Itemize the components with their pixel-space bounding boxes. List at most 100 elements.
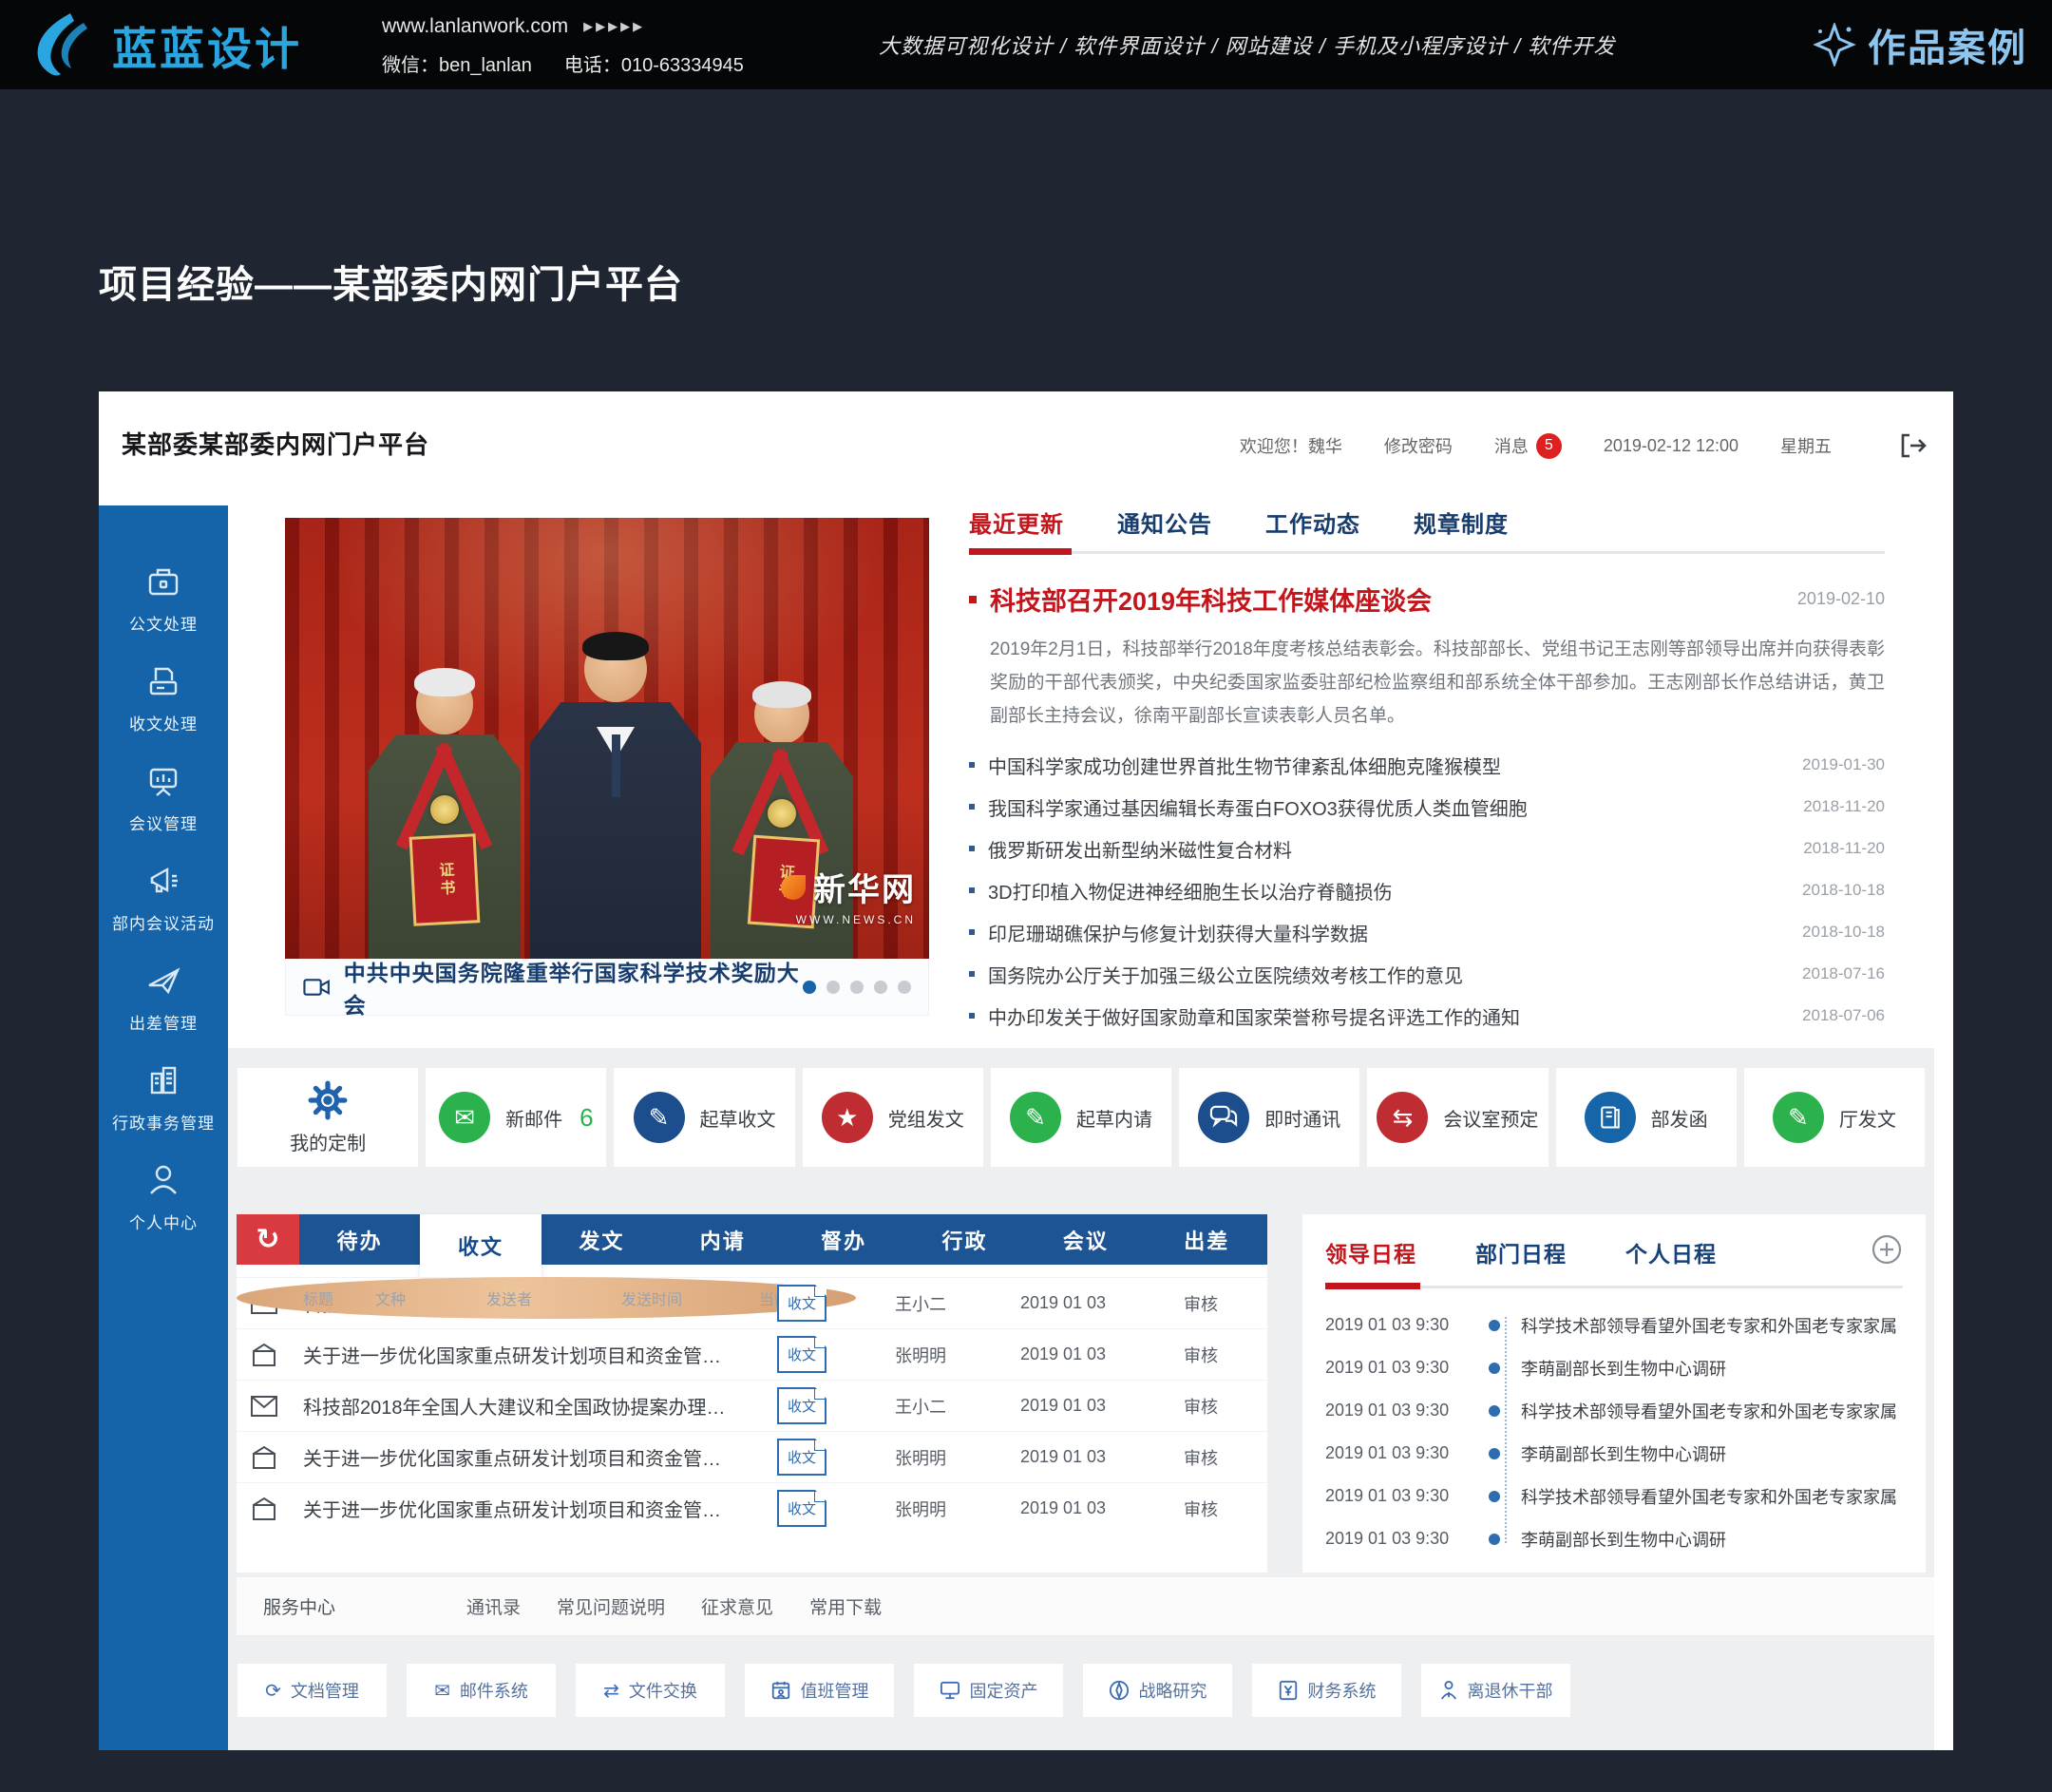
news-tab-rules[interactable]: 规章制度 (1414, 505, 1509, 539)
app-button-strategy-research[interactable]: 战略研究 (1083, 1664, 1232, 1717)
sidebar-item-incoming-docs[interactable]: 收文处理 (99, 649, 228, 749)
carousel-dot[interactable] (898, 981, 911, 994)
message-count-badge[interactable]: 5 (1536, 433, 1562, 459)
app-button-file-exchange[interactable]: ⇄ 文件交换 (576, 1664, 725, 1717)
task-row[interactable]: 科技部2018年全国人大建议和全国政协提案办理情况 收文 王小二 2019 01… (237, 1380, 1267, 1431)
news-list-item[interactable]: 我国科学家通过基因编辑长寿蛋白FOXO3获得优质人类血管细胞 2018-11-2… (969, 786, 1885, 828)
news-list-item[interactable]: 中办印发关于做好国家勋章和国家荣誉称号提名评选工作的通知 2018-07-06 (969, 995, 1885, 1037)
quick-action-my-customization[interactable]: 我的定制 (238, 1068, 418, 1167)
news-list-item[interactable]: 国务院办公厅关于加强三级公立医院绩效考核工作的意见 2018-07-16 (969, 953, 1885, 995)
logout-button[interactable] (1898, 431, 1928, 460)
task-tab-meeting[interactable]: 会议 (1025, 1214, 1146, 1265)
quick-action-office-dispatch[interactable]: ✎ 厅发文 (1744, 1068, 1925, 1167)
contact-info: www.lanlanwork.com ▶▶▶▶▶ 微信：ben_lanlan 电… (382, 15, 744, 77)
sidebar-item-meeting-management[interactable]: 会议管理 (99, 749, 228, 848)
schedule-item: 2019 01 03 9:30 科学技术部领导看望外国老专家和外国老专家家属 (1325, 1304, 1903, 1346)
doc-type-badge: 收文 (777, 1285, 826, 1322)
todo-refresh-icon[interactable]: ↻ (237, 1214, 299, 1265)
timeline-dot-icon (1489, 1491, 1500, 1502)
quick-action-meeting-room-booking[interactable]: ⇆ 会议室预定 (1367, 1068, 1548, 1167)
logo-text: 蓝蓝设计 (112, 12, 302, 78)
app-button-fixed-assets[interactable]: 固定资产 (914, 1664, 1063, 1717)
news-tab-notices[interactable]: 通知公告 (1117, 505, 1212, 539)
app-button-mail-system[interactable]: ✉ 邮件系统 (407, 1664, 556, 1717)
news-list-item[interactable]: 中国科学家成功创建世界首批生物节律紊乱体细胞克隆猴模型 2019-01-30 (969, 744, 1885, 786)
task-tab-incoming[interactable]: 收文 (420, 1214, 541, 1277)
schedule-tab-personal[interactable]: 个人日程 (1625, 1236, 1717, 1268)
sidebar-item-document-processing[interactable]: 公文处理 (99, 549, 228, 649)
photo-person-left: 证书 (369, 674, 521, 959)
footer-link-feedback[interactable]: 征求意见 (701, 1593, 773, 1619)
datetime-text: 2019-02-12 12:00 (1604, 436, 1738, 456)
timeline-dot-icon (1489, 1448, 1500, 1459)
logo[interactable]: 蓝蓝设计 (28, 8, 302, 82)
carousel-caption[interactable]: 中共中央国务院隆重举行国家科学技术奖励大会 (344, 955, 803, 1020)
carousel-dot[interactable] (874, 981, 887, 994)
quick-action-instant-messaging[interactable]: 即时通讯 (1179, 1068, 1359, 1167)
quick-action-party-dispatch[interactable]: ★ 党组发文 (803, 1068, 983, 1167)
carousel-dot[interactable] (826, 981, 840, 994)
task-tab-admin[interactable]: 行政 (904, 1214, 1025, 1265)
news-carousel: 证书 证书 (285, 518, 929, 1016)
footer-apps-row: ⟳ 文档管理 ✉ 邮件系统 ⇄ 文件交换 值班管理 (238, 1664, 1570, 1717)
sidebar-item-admin-affairs[interactable]: 行政事务管理 (99, 1048, 228, 1148)
task-tab-internal[interactable]: 内请 (662, 1214, 783, 1265)
timeline-dot-icon (1489, 1405, 1500, 1417)
quick-action-draft-internal[interactable]: ✎ 起草内请 (991, 1068, 1171, 1167)
app-button-retired-cadres[interactable]: 离退休干部 (1421, 1664, 1570, 1717)
add-schedule-button[interactable] (1871, 1233, 1903, 1270)
news-tab-recent-updates[interactable]: 最近更新 (969, 505, 1064, 539)
news-headline-title[interactable]: 科技部召开2019年科技工作媒体座谈会 (990, 581, 1432, 618)
footer-link-downloads[interactable]: 常用下载 (809, 1593, 882, 1619)
gear-icon (308, 1080, 348, 1120)
messages-link[interactable]: 消息 (1494, 433, 1529, 458)
task-tab-outgoing[interactable]: 发文 (542, 1214, 662, 1265)
task-tab-todo[interactable]: 待办 (299, 1214, 420, 1265)
news-list-item[interactable]: 印尼珊瑚礁保护与修复计划获得大量科学数据 2018-10-18 (969, 911, 1885, 953)
app-button-duty-management[interactable]: 值班管理 (745, 1664, 894, 1717)
certificate-book: 证书 (409, 833, 481, 926)
news-headline-row: 科技部召开2019年科技工作媒体座谈会 2019-02-10 (969, 581, 1885, 618)
schedule-tab-leader[interactable]: 领导日程 (1325, 1236, 1416, 1268)
footer-link-service-center[interactable]: 服务中心 (263, 1593, 335, 1619)
portfolio-link[interactable]: 作品案例 (1813, 0, 2027, 89)
carousel-photo[interactable]: 证书 证书 (285, 518, 929, 959)
footer-link-faq[interactable]: 常见问题说明 (557, 1593, 665, 1619)
sidebar-item-personal-center[interactable]: 个人中心 (99, 1148, 228, 1248)
news-tab-work-trends[interactable]: 工作动态 (1265, 505, 1360, 539)
task-row[interactable]: 关于进一步优化国家重点研发计划项目和资金管理的通知 收文 张明明 2019 01… (237, 1328, 1267, 1380)
news-list-item[interactable]: 俄罗斯研发出新型纳米磁性复合材料 2018-11-20 (969, 828, 1885, 869)
bullet-icon (969, 804, 975, 810)
bullet-icon (969, 846, 975, 851)
app-button-finance-system[interactable]: 财务系统 (1252, 1664, 1401, 1717)
footer-link-contacts[interactable]: 通讯录 (466, 1593, 521, 1619)
logout-icon (1898, 431, 1928, 460)
quick-actions-row: 我的定制 ✉ 新邮件 6 ✎ 起草收文 ★ 党组发文 ✎ 起草内请 (238, 1068, 1925, 1167)
services-list: 大数据可视化设计 / 软件界面设计 / 网站建设 / 手机及小程序设计 / 软件… (879, 0, 1615, 89)
task-tab-trip[interactable]: 出差 (1147, 1214, 1267, 1265)
sparkle-star-icon (1813, 23, 1856, 67)
schedule-item: 2019 01 03 9:30 李萌副部长到生物中心调研 (1325, 1346, 1903, 1389)
sidebar-item-internal-meetings[interactable]: 部内会议活动 (99, 848, 228, 948)
website-url[interactable]: www.lanlanwork.com (382, 15, 568, 38)
megaphone-icon (145, 863, 181, 899)
app-button-document-management[interactable]: ⟳ 文档管理 (238, 1664, 387, 1717)
wechat-label: 微信：ben_lanlan (382, 49, 532, 77)
task-row[interactable]: 关于进一步优化国家重点研发计划项目和资金管理的通知 收文 张明明 2019 01… (237, 1482, 1267, 1534)
task-row[interactable]: 关于进一步优化国家重点研发计划项目和资金管理的通知 收文 张明明 2019 01… (237, 1431, 1267, 1482)
carousel-dot[interactable] (850, 981, 864, 994)
quick-action-draft-incoming[interactable]: ✎ 起草收文 (614, 1068, 794, 1167)
schedule-tab-department[interactable]: 部门日程 (1475, 1236, 1567, 1268)
carousel-dot[interactable] (803, 981, 816, 994)
news-list-item[interactable]: 3D打印植入物促进神经细胞生长以治疗脊髓损伤 2018-10-18 (969, 869, 1885, 911)
arrows-decoration: ▶▶▶▶▶ (583, 19, 645, 34)
quick-action-ministry-letter[interactable]: 部发函 (1556, 1068, 1737, 1167)
bullet-icon (969, 929, 975, 935)
envelope-open-icon (250, 1343, 278, 1367)
quick-action-new-mail[interactable]: ✉ 新邮件 6 (426, 1068, 606, 1167)
exchange-arrows-icon: ⇆ (1377, 1092, 1428, 1143)
change-password-link[interactable]: 修改密码 (1384, 433, 1453, 458)
schedule-item: 2019 01 03 9:30 李萌副部长到生物中心调研 (1325, 1517, 1903, 1560)
sidebar-item-business-trips[interactable]: 出差管理 (99, 948, 228, 1048)
task-tab-supervision[interactable]: 督办 (784, 1214, 904, 1265)
